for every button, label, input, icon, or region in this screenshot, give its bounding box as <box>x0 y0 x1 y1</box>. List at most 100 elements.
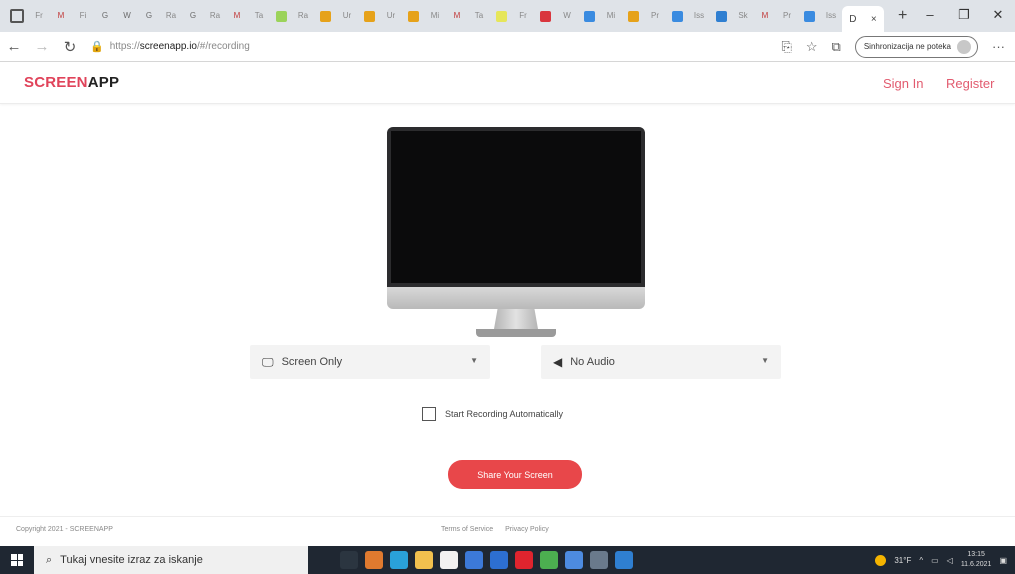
url-field[interactable]: 🔒 https://screenapp.io/#/recording <box>90 40 781 53</box>
browser-tab[interactable]: Ra <box>294 7 312 25</box>
forward-icon[interactable]: → <box>28 38 56 55</box>
browser-tab[interactable] <box>404 7 422 25</box>
browser-tab[interactable] <box>492 7 510 25</box>
browser-tab[interactable]: Ta <box>470 7 488 25</box>
more-menu-icon[interactable]: ··· <box>992 39 1005 54</box>
close-window-icon[interactable]: ✕ <box>981 0 1015 32</box>
sign-in-link[interactable]: Sign In <box>883 76 923 91</box>
collections-icon[interactable]: ⧉ <box>832 39 841 55</box>
chevron-up-icon[interactable]: ^ <box>919 556 923 565</box>
browser-tab[interactable] <box>712 7 730 25</box>
tab-favicon-icon: Mi <box>430 10 440 20</box>
weather-temp[interactable]: 31°F <box>894 556 911 565</box>
browser-tab[interactable]: W <box>118 7 136 25</box>
app-blue-3-icon[interactable] <box>615 551 633 569</box>
minimize-icon[interactable]: – <box>913 0 947 32</box>
tab-favicon-icon: W <box>563 10 571 20</box>
register-link[interactable]: Register <box>946 76 994 91</box>
monitor-screen <box>391 131 641 283</box>
taskbar-search[interactable]: ⌕ Tukaj vnesite izraz za iskanje <box>34 546 308 574</box>
browser-tab[interactable]: M <box>448 7 466 25</box>
screen-source-select[interactable]: 🖵 Screen Only ▼ <box>250 345 490 379</box>
auto-start-checkbox[interactable] <box>422 407 436 421</box>
terms-link[interactable]: Terms of Service <box>441 526 493 533</box>
browser-tab[interactable]: Fr <box>30 7 48 25</box>
share-screen-button[interactable]: Share Your Screen <box>448 460 582 489</box>
browser-tab[interactable] <box>800 7 818 25</box>
browser-tab[interactable] <box>536 7 554 25</box>
audio-source-select[interactable]: ◀ No Audio ▼ <box>541 345 781 379</box>
reload-icon[interactable]: ↻ <box>56 38 84 56</box>
logo-part-screen: SCREEN <box>24 74 88 91</box>
browser-tab[interactable]: G <box>184 7 202 25</box>
tab-favicon-icon: M <box>233 10 241 20</box>
weather-icon[interactable] <box>875 554 887 566</box>
tab-favicon-icon: M <box>57 10 65 20</box>
task-view-icon[interactable] <box>340 551 358 569</box>
privacy-link[interactable]: Privacy Policy <box>505 526 549 533</box>
start-button[interactable] <box>0 554 34 566</box>
clock[interactable]: 13:15 11.6.2021 <box>961 550 992 570</box>
new-tab-icon[interactable]: + <box>898 7 907 25</box>
browser-tab[interactable]: Ur <box>382 7 400 25</box>
browser-tab[interactable]: W <box>558 7 576 25</box>
edge-icon[interactable] <box>390 551 408 569</box>
browser-tab[interactable] <box>272 7 290 25</box>
tab-favicon-icon: M <box>761 10 769 20</box>
browser-tab[interactable]: G <box>140 7 158 25</box>
workspace-icon[interactable] <box>10 9 24 23</box>
app-blue-icon[interactable] <box>465 551 483 569</box>
chrome-icon[interactable] <box>540 551 558 569</box>
taskbar-apps <box>340 551 633 569</box>
browser-tab[interactable] <box>316 7 334 25</box>
browser-tab[interactable]: Fr <box>514 7 532 25</box>
browser-tab[interactable] <box>668 7 686 25</box>
screenapp-logo[interactable]: SCREENAPP <box>24 74 119 91</box>
browser-tab[interactable]: Ra <box>162 7 180 25</box>
browser-tab[interactable]: Ur <box>338 7 356 25</box>
sync-status-label: Sinhronizacija ne poteka <box>863 42 951 51</box>
browser-tab[interactable]: Sk <box>734 7 752 25</box>
browser-tab[interactable]: M <box>52 7 70 25</box>
browser-tab[interactable]: G <box>96 7 114 25</box>
profile-sync-button[interactable]: Sinhronizacija ne poteka <box>854 35 978 58</box>
monitor-foot <box>476 329 556 337</box>
file-explorer-icon[interactable] <box>415 551 433 569</box>
auto-start-label[interactable]: Start Recording Automatically <box>445 409 563 419</box>
browser-tab[interactable] <box>624 7 642 25</box>
notifications-icon[interactable]: ▣ <box>999 556 1007 565</box>
windows-logo-icon <box>11 554 23 566</box>
mail-icon[interactable] <box>490 551 508 569</box>
browser-tab[interactable]: Pr <box>778 7 796 25</box>
browser-tab[interactable]: Pr <box>646 7 664 25</box>
browser-tab[interactable]: Iss <box>822 7 840 25</box>
maximize-icon[interactable]: ❐ <box>947 0 981 32</box>
url-domain: screenapp.io <box>139 41 197 52</box>
browser-tab[interactable]: Mi <box>426 7 444 25</box>
paint-icon[interactable] <box>365 551 383 569</box>
volume-icon[interactable]: ◁ <box>947 556 953 565</box>
browser-tab[interactable]: Ta <box>250 7 268 25</box>
lock-icon[interactable]: 🔒 <box>90 40 104 53</box>
app-blue-2-icon[interactable] <box>565 551 583 569</box>
tab-close-icon[interactable]: × <box>871 14 877 25</box>
tab-active-label: D <box>849 13 857 25</box>
browser-tab[interactable]: M <box>756 7 774 25</box>
url-path: /#/recording <box>196 41 250 52</box>
browser-tab[interactable]: M <box>228 7 246 25</box>
browser-tab[interactable]: Iss <box>690 7 708 25</box>
reading-view-icon[interactable]: ⎘ <box>781 39 791 55</box>
tab-active[interactable]: D × <box>842 6 884 32</box>
browser-tab[interactable]: Ra <box>206 7 224 25</box>
favorites-star-icon[interactable]: ☆ <box>806 39 818 55</box>
opera-icon[interactable] <box>515 551 533 569</box>
browser-tab[interactable] <box>360 7 378 25</box>
app-gray-icon[interactable] <box>590 551 608 569</box>
store-icon[interactable] <box>440 551 458 569</box>
browser-tab[interactable]: Fi <box>74 7 92 25</box>
network-icon[interactable]: ▭ <box>931 556 939 565</box>
clock-date: 11.6.2021 <box>960 561 992 568</box>
back-icon[interactable]: ← <box>0 38 28 55</box>
browser-tab[interactable] <box>580 7 598 25</box>
browser-tab[interactable]: Mi <box>602 7 620 25</box>
